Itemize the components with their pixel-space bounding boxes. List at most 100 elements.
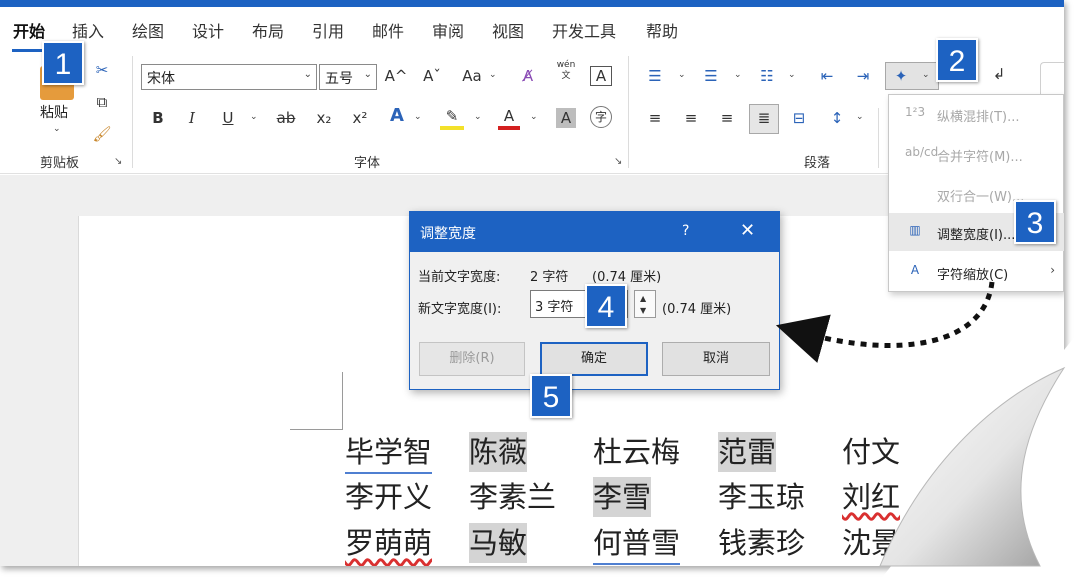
- close-button[interactable]: ✕: [740, 220, 755, 241]
- chevron-down-icon[interactable]: ⌄: [734, 70, 742, 80]
- chevron-right-icon: ›: [1050, 263, 1055, 277]
- name-cell[interactable]: 何普雪: [593, 523, 681, 565]
- tab-help[interactable]: 帮助: [646, 18, 678, 42]
- menu-item-vertical-horizontal[interactable]: 1²3 纵横混排(T)...: [889, 95, 1064, 133]
- name-cell[interactable]: 李素兰: [469, 477, 556, 517]
- chevron-down-icon: ⌄: [363, 69, 372, 80]
- tab-developer[interactable]: 开发工具: [552, 18, 616, 42]
- help-button[interactable]: ?: [682, 223, 689, 239]
- delete-button[interactable]: 删除(R): [419, 342, 525, 376]
- name-cell[interactable]: 罗萌萌: [345, 523, 432, 563]
- name-cell[interactable]: 杜云梅: [593, 432, 680, 472]
- numbering-icon[interactable]: ☰: [700, 66, 722, 86]
- phonetic-bottom: 文: [561, 71, 571, 81]
- chevron-down-icon: ⌄: [922, 70, 930, 80]
- clipboard-launcher-icon[interactable]: ↘: [114, 156, 122, 167]
- align-center-icon[interactable]: ≡: [680, 108, 702, 128]
- align-left-icon[interactable]: ≡: [644, 108, 666, 128]
- decrease-indent-icon[interactable]: ⇤: [816, 66, 838, 86]
- tab-layout[interactable]: 布局: [252, 18, 284, 42]
- dialog-title-bar: 调整宽度 ? ✕: [410, 212, 779, 252]
- styles-gallery-edge[interactable]: [1040, 62, 1064, 98]
- current-width-cm: (0.74 厘米): [592, 270, 662, 285]
- chevron-down-icon[interactable]: ⌄: [474, 112, 482, 122]
- tab-view[interactable]: 视图: [492, 18, 524, 42]
- line-spacing-icon[interactable]: ↕: [826, 108, 848, 128]
- copy-icon[interactable]: ⧉: [92, 92, 112, 112]
- chevron-down-icon[interactable]: ⌄: [678, 70, 686, 80]
- subscript-button[interactable]: x₂: [312, 108, 336, 128]
- tab-insert[interactable]: 插入: [72, 18, 104, 42]
- paste-button[interactable]: 粘贴: [40, 102, 68, 122]
- menu-item-character-scaling[interactable]: A 字符缩放(C) ›: [889, 253, 1064, 291]
- cancel-button[interactable]: 取消: [662, 342, 770, 376]
- highlight-color-icon[interactable]: ✎: [440, 106, 464, 130]
- increase-indent-icon[interactable]: ⇥: [852, 66, 874, 86]
- chevron-down-icon[interactable]: ⌄: [530, 112, 538, 122]
- superscript-button[interactable]: x²: [348, 108, 372, 128]
- callout-2: 2: [936, 38, 978, 82]
- distributed-icon[interactable]: ⊟: [788, 108, 810, 128]
- font-launcher-icon[interactable]: ↘: [614, 156, 622, 167]
- character-scaling-icon: A: [910, 263, 920, 277]
- bullets-icon[interactable]: ☰: [644, 66, 666, 86]
- callout-3: 3: [1014, 200, 1056, 244]
- chevron-down-icon[interactable]: ⌄: [250, 112, 258, 122]
- chevron-down-icon[interactable]: ⌄: [788, 70, 796, 80]
- align-right-icon[interactable]: ≡: [716, 108, 738, 128]
- enclose-characters-button[interactable]: 字: [590, 106, 612, 128]
- name-cell[interactable]: 刘红: [842, 477, 900, 517]
- name-cell[interactable]: 马敏: [469, 523, 528, 563]
- name-cell[interactable]: 李开义: [345, 477, 432, 517]
- ribbon-tabs: 开始 插入 绘图 设计 布局 引用 邮件 审阅 视图 开发工具 帮助: [0, 8, 1064, 52]
- name-cell[interactable]: 李玉琼: [718, 477, 805, 517]
- tab-design[interactable]: 设计: [192, 18, 224, 42]
- tab-mailings[interactable]: 邮件: [372, 18, 404, 42]
- cut-icon[interactable]: ✂: [92, 60, 112, 80]
- sort-icon[interactable]: ↲: [986, 64, 1012, 84]
- clear-format-icon[interactable]: A̸: [516, 66, 540, 86]
- tab-home[interactable]: 开始: [13, 18, 45, 42]
- menu-item-combine-characters[interactable]: ab/cd 合并字符(M)...: [889, 135, 1064, 173]
- character-shading-button[interactable]: A: [556, 108, 576, 128]
- tab-review[interactable]: 审阅: [432, 18, 464, 42]
- chevron-down-icon[interactable]: ⌄: [856, 112, 864, 122]
- shrink-font-button[interactable]: Aˇ: [420, 66, 444, 86]
- character-border-button[interactable]: A: [590, 66, 612, 86]
- text-effects-button[interactable]: A: [386, 106, 408, 126]
- current-width-label: 当前文字宽度:: [418, 270, 501, 285]
- asian-layout-icon: ✦: [894, 67, 908, 85]
- spin-down-icon[interactable]: ▼: [640, 306, 646, 315]
- underline-button[interactable]: U: [218, 108, 238, 128]
- phonetic-guide-button[interactable]: wén 文: [554, 60, 578, 82]
- spin-up-icon[interactable]: ▲: [640, 294, 646, 303]
- ok-button[interactable]: 确定: [540, 342, 648, 376]
- chevron-down-icon: ⌄: [303, 69, 312, 80]
- multilevel-list-icon[interactable]: ☷: [756, 66, 778, 86]
- width-spinner[interactable]: ▲ ▼: [634, 290, 656, 318]
- font-name-combo[interactable]: 宋体 ⌄: [141, 64, 317, 90]
- chevron-down-icon[interactable]: ⌄: [489, 70, 497, 80]
- name-cell[interactable]: 李雪: [593, 477, 652, 517]
- chevron-down-icon[interactable]: ⌄: [414, 112, 422, 122]
- tab-draw[interactable]: 绘图: [132, 18, 164, 42]
- paste-dropdown-icon[interactable]: ⌄: [53, 124, 61, 134]
- name-cell[interactable]: 付文: [842, 432, 900, 472]
- italic-button[interactable]: I: [182, 108, 202, 128]
- paragraph-group-label: 段落: [804, 156, 831, 171]
- change-case-button[interactable]: Aa: [458, 66, 486, 86]
- format-painter-icon[interactable]: 🖌: [92, 124, 112, 144]
- bold-button[interactable]: B: [148, 108, 168, 128]
- strikethrough-button[interactable]: ab: [272, 108, 300, 128]
- font-size-combo[interactable]: 五号 ⌄: [319, 64, 377, 90]
- name-cell[interactable]: 沈景: [842, 523, 900, 563]
- font-color-button[interactable]: A: [498, 106, 520, 130]
- margin-marker: [342, 372, 343, 430]
- name-cell[interactable]: 钱素珍: [718, 523, 805, 563]
- tab-references[interactable]: 引用: [312, 18, 344, 42]
- fit-text-icon: ▥: [909, 223, 921, 237]
- name-cell[interactable]: 毕学智: [345, 432, 433, 474]
- name-cell[interactable]: 陈薇: [469, 432, 528, 472]
- grow-font-button[interactable]: A^: [384, 66, 408, 86]
- name-cell[interactable]: 范雷: [718, 432, 777, 472]
